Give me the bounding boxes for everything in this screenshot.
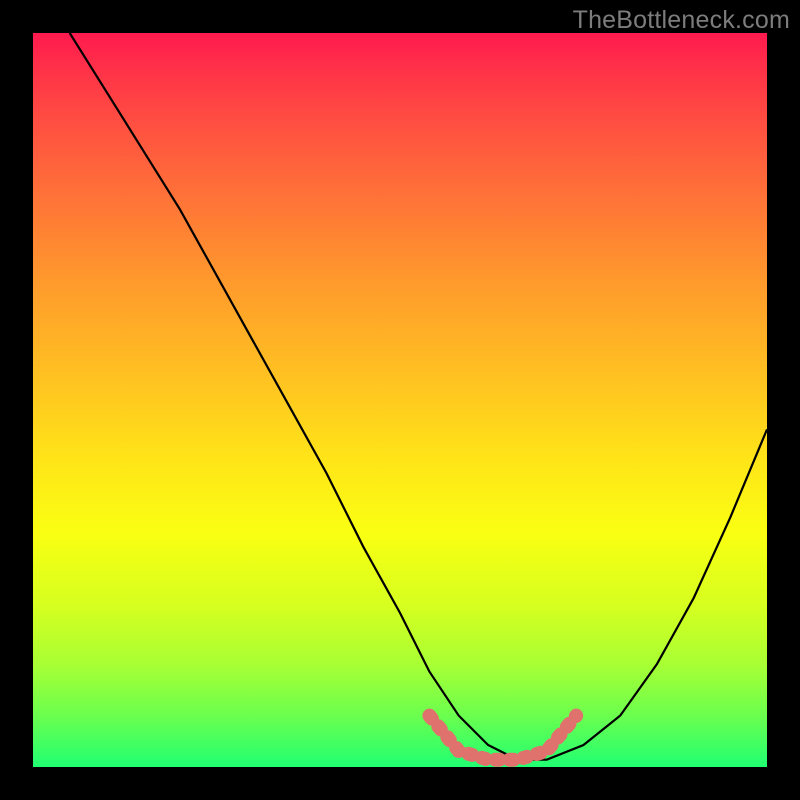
primary-curve [70, 33, 767, 760]
chart-svg [33, 33, 767, 767]
chart-plot-area [33, 33, 767, 767]
watermark-text: TheBottleneck.com [573, 6, 790, 35]
